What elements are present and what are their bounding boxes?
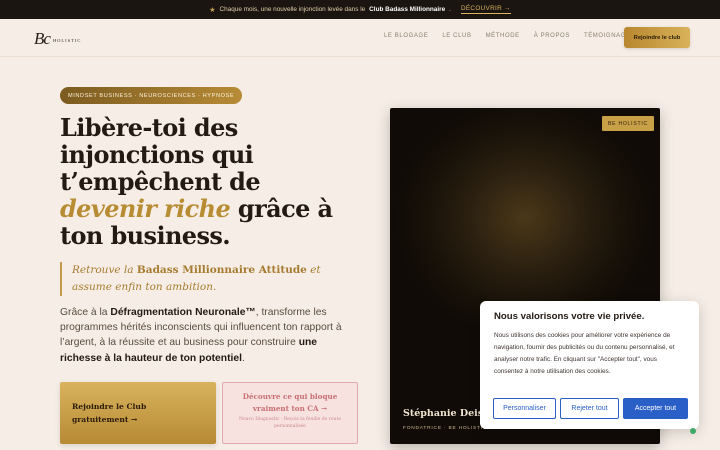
star-icon: ★ [209,6,216,14]
status-dot-icon [690,428,696,434]
announcement-club: Club Badass Millionnaire [369,6,446,13]
founder-name: Stéphanie Deiss [403,408,489,419]
logo-mark: Bc [34,29,51,48]
logo[interactable]: Bc HOLISTIC [34,29,81,49]
accept-cookies-button[interactable]: Accepter tout [623,398,688,419]
cookie-actions: Personnaliser Rejeter tout Accepter tout [493,398,688,419]
quote-bold: Badass Millionnaire Attitude [136,264,307,276]
diagnostic-title: Découvre ce qui bloque vraiment ton CA → [242,392,338,413]
main-nav: LE BLOGAGE LE CLUB MÉTHODE À PROPOS TÉMO… [384,33,635,39]
customize-cookies-button[interactable]: Personnaliser [493,398,556,419]
desc-part3: . [241,352,245,364]
nav-item-a-propos[interactable]: À PROPOS [534,33,570,39]
hero-title-accent: devenir riche [60,194,231,223]
cookie-title: Nous valorisons votre vie privée. [494,311,645,322]
announcement-bar: ★ Chaque mois, une nouvelle injonction l… [0,0,720,19]
site-header: Bc HOLISTIC LE BLOGAGE LE CLUB MÉTHODE À… [0,19,720,57]
hero-title: Libère-toi des injonctions qui t’empêche… [60,114,360,249]
announcement-dot: . [449,6,451,13]
diagnostic-button[interactable]: Découvre ce qui bloque vraiment ton CA →… [222,382,358,444]
diagnostic-subtitle: Nouvo Diagnostic · Reçois ta feuille de … [238,417,342,429]
reject-cookies-button[interactable]: Rejeter tout [560,398,619,419]
join-club-button[interactable]: Rejoindre le club [624,27,690,48]
nav-item-club[interactable]: LE CLUB [442,33,471,39]
photo-badge: BE HOLISTIC [602,116,654,131]
nav-item-blogage[interactable]: LE BLOGAGE [384,33,428,39]
founder-role: FONDATRICE · BE HOLISTIC [403,426,488,431]
hero-quote: Retrouve la Badass Millionnaire Attitude… [60,262,360,296]
discover-link[interactable]: DÉCOUVRIR → [460,5,511,14]
desc-bold1: Défragmentation Neuronale™ [110,307,256,318]
hero-description: Grâce à la Défragmentation Neuronale™, t… [60,305,360,366]
announcement-text: Chaque mois, une nouvelle injonction lev… [219,6,366,13]
nav-item-methode[interactable]: MÉTHODE [486,33,520,39]
logo-text: HOLISTIC [52,38,82,43]
cookie-text: Nous utilisons des cookies pour améliore… [494,332,675,375]
topics-badge: MINDSET BUSINESS · NEUROSCIENCES · HYPNO… [60,87,243,104]
cookie-banner: Nous valorisons votre vie privée. Nous u… [480,301,699,429]
hero-title-part1: Libère-toi des injonctions qui t’empêche… [60,113,261,196]
join-free-button[interactable]: Rejoindre le Club gratuitement → [60,382,216,444]
desc-part1: Grâce à la [60,307,108,318]
quote-part1: Retrouve la [72,264,134,276]
